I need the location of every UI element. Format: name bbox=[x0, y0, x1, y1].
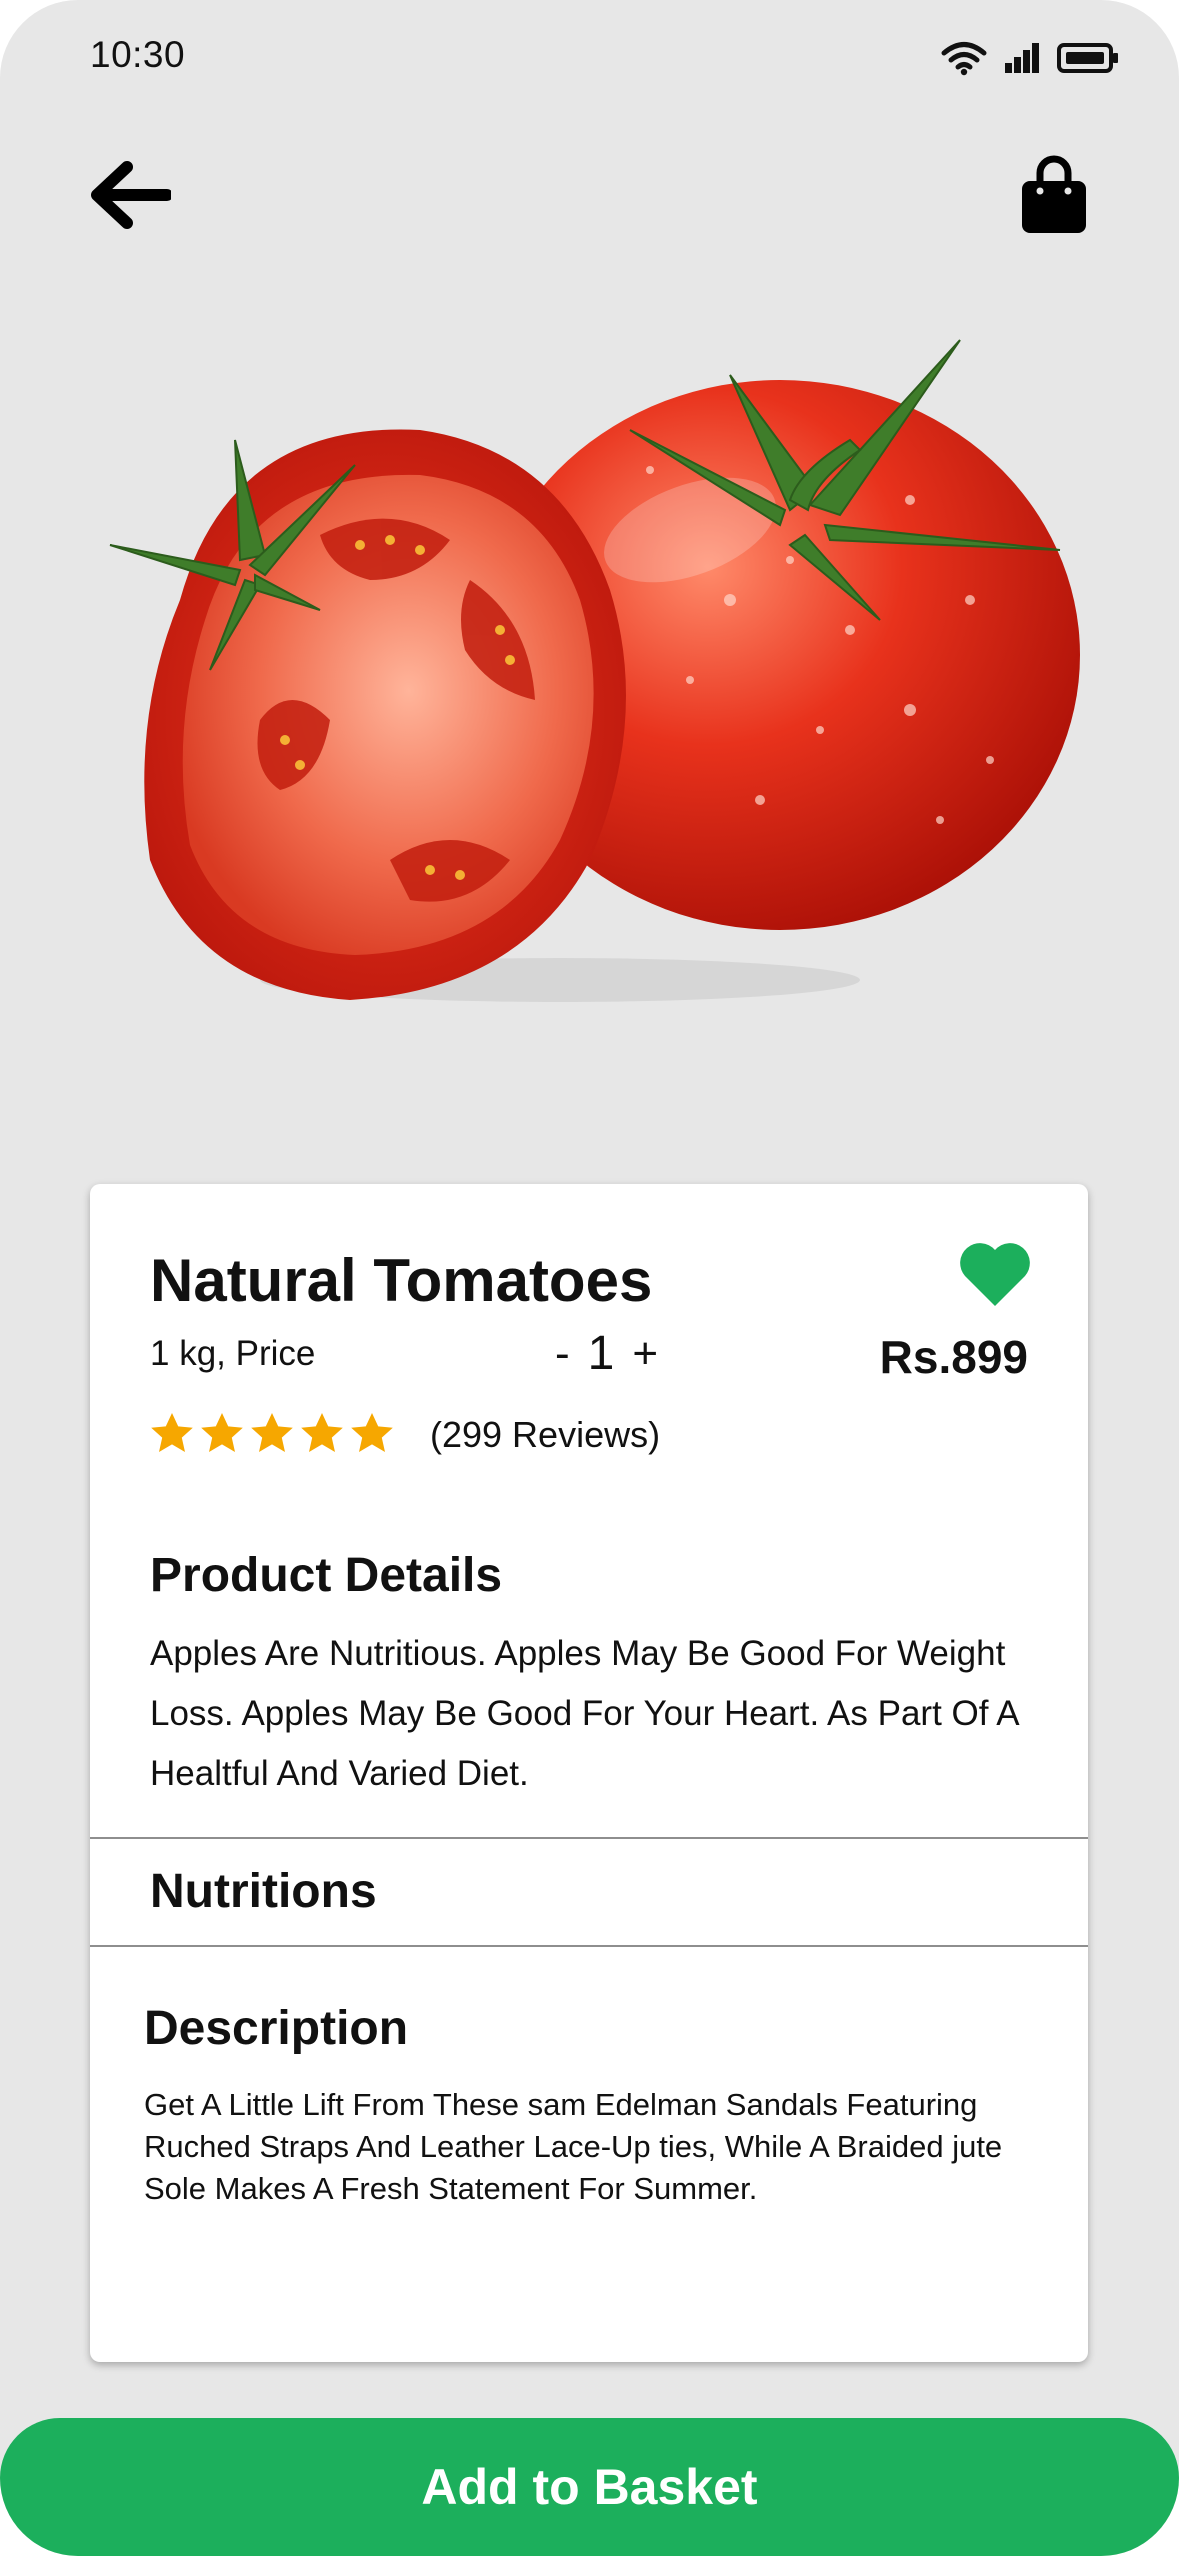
status-time: 10:30 bbox=[90, 34, 186, 75]
arrow-left-icon bbox=[91, 161, 171, 229]
favorite-heart-icon[interactable] bbox=[957, 1240, 1033, 1308]
phone-screen: 10:30 Natural Tomatoes 1 kg, Price - 1 +… bbox=[0, 0, 1179, 2556]
status-icons bbox=[941, 40, 1119, 76]
rating-stars bbox=[148, 1410, 396, 1458]
decrease-quantity-button[interactable]: - bbox=[555, 1329, 570, 1379]
increase-quantity-button[interactable]: + bbox=[632, 1329, 658, 1379]
product-details-text: Apples Are Nutritious. Apples May Be Goo… bbox=[150, 1634, 1018, 1793]
product-name: Natural Tomatoes bbox=[150, 1247, 653, 1314]
divider bbox=[90, 1945, 1088, 1947]
back-button[interactable] bbox=[85, 155, 175, 235]
unit-label: 1 kg, Price bbox=[150, 1334, 316, 1373]
star-icon bbox=[251, 1413, 293, 1452]
star-icon bbox=[201, 1413, 243, 1452]
description-heading[interactable]: Description bbox=[144, 2001, 408, 2056]
signal-icon bbox=[1005, 43, 1039, 73]
nutritions-heading[interactable]: Nutritions bbox=[150, 1864, 377, 1919]
star-icon bbox=[301, 1413, 343, 1452]
divider bbox=[90, 1837, 1088, 1839]
star-icon bbox=[351, 1413, 393, 1452]
cart-button[interactable] bbox=[1014, 150, 1094, 240]
description-text: Get A Little Lift From These sam Edelman… bbox=[144, 2087, 1003, 2206]
product-details-heading[interactable]: Product Details bbox=[150, 1548, 502, 1603]
product-price: Rs.899 bbox=[879, 1331, 1028, 1383]
battery-icon bbox=[1057, 43, 1118, 73]
quantity-stepper: - 1 + bbox=[555, 1326, 658, 1381]
shopping-bag-icon bbox=[1022, 155, 1086, 233]
reviews-count[interactable]: (299 Reviews) bbox=[430, 1414, 660, 1456]
star-icon bbox=[151, 1413, 193, 1452]
quantity-value: 1 bbox=[587, 1327, 615, 1380]
product-card: Natural Tomatoes 1 kg, Price - 1 + Rs.89… bbox=[90, 1184, 1088, 2362]
wifi-icon bbox=[941, 42, 987, 76]
add-to-basket-button[interactable]: Add to Basket bbox=[0, 2418, 1179, 2556]
tomatoes-image bbox=[109, 339, 1080, 1002]
